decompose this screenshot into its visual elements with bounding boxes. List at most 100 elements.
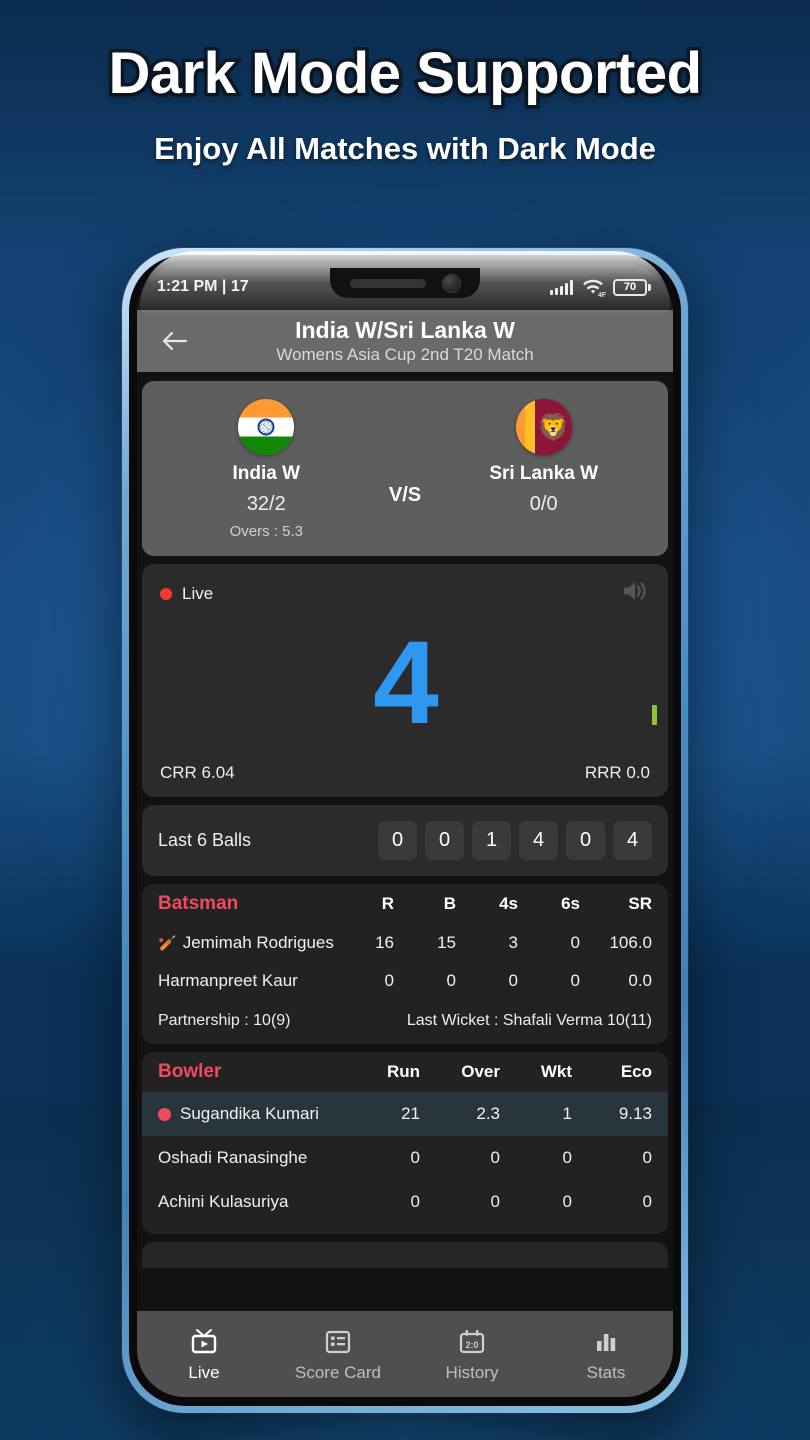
bottom-navigation: Live Score Card 2:0 History Stats	[137, 1311, 673, 1397]
batsman-sixes: 0	[570, 933, 580, 952]
list-scorecard-icon	[271, 1325, 405, 1359]
batsman-table: Batsman R B 4s 6s SR 🏏 Jemimah Rodrigues…	[142, 884, 668, 1000]
ball-value: 0	[378, 821, 417, 860]
nav-item-live[interactable]: Live	[137, 1325, 271, 1383]
big-ball-score-wrap: 4	[160, 609, 657, 757]
live-card-header: Live	[160, 578, 650, 609]
table-row: Sugandika Kumari 21 2.3 1 9.13	[142, 1092, 668, 1136]
active-bowler-dot-icon	[158, 1108, 171, 1122]
bowler-over: 0	[490, 1148, 500, 1167]
bowler-run: 21	[401, 1104, 420, 1123]
batsman-fours: 3	[508, 933, 518, 952]
batsman-balls: 15	[437, 933, 456, 952]
bowler-over: 0	[490, 1192, 500, 1211]
bowler-eco: 0	[642, 1148, 652, 1167]
batsman-runs: 0	[384, 971, 394, 990]
ball-value: 0	[566, 821, 605, 860]
batsman-table-footer: Partnership : 10(9) Last Wicket : Shafal…	[142, 1000, 668, 1034]
india-flag-icon	[238, 399, 295, 455]
battery-icon: 70	[613, 278, 651, 296]
bowler-name: Achini Kulasuriya	[158, 1192, 289, 1211]
bowler-eco: 9.13	[618, 1104, 652, 1123]
last-six-balls-label: Last 6 Balls	[158, 830, 252, 850]
phone-body: 1:21 PM | 17 4F 70 India W/Sri Lanka W W…	[129, 255, 681, 1406]
table-row: Achini Kulasuriya 0 0 0 0	[142, 1180, 668, 1224]
promo-text-block: Dark Mode Supported Enjoy All Matches wi…	[0, 40, 810, 167]
nav-label-history: History	[445, 1363, 499, 1382]
promo-headline: Dark Mode Supported	[105, 40, 706, 108]
nav-item-score-card[interactable]: Score Card	[271, 1325, 405, 1383]
batsman-table-header-row: Batsman R B 4s 6s SR	[142, 884, 668, 924]
bowler-eco: 0	[642, 1192, 652, 1211]
batsman-sixes: 0	[570, 971, 580, 990]
away-team-score: 0/0	[529, 493, 558, 515]
bowler-table-header-row: Bowler Run Over Wkt Eco	[142, 1052, 668, 1092]
home-team-score: 32/2	[246, 493, 286, 515]
batsman-header-fours: 4s	[499, 894, 518, 913]
bowler-table-card: Bowler Run Over Wkt Eco Sugandika Kumari	[142, 1052, 668, 1234]
home-team-name: India W	[232, 463, 301, 484]
nav-label-score-card: Score Card	[295, 1363, 381, 1382]
table-row: Harmanpreet Kaur 0 0 0 0 0.0	[142, 962, 668, 1000]
score-accent-mark-icon	[652, 705, 657, 725]
bowler-header-eco: Eco	[620, 1062, 652, 1081]
bowler-name: Sugandika Kumari	[180, 1104, 319, 1123]
bowler-header-wkt: Wkt	[540, 1062, 572, 1081]
nav-item-history[interactable]: 2:0 History	[405, 1325, 539, 1383]
batsman-name: Harmanpreet Kaur	[158, 971, 298, 990]
last-six-balls-list: 0 0 1 4 0 4	[378, 821, 652, 860]
last-wicket-text: Last Wicket : Shafali Verma 10(11)	[406, 1012, 652, 1029]
batsman-header-strikerate: SR	[628, 894, 652, 913]
home-team-overs: Overs : 5.3	[229, 523, 303, 540]
bowler-header-over: Over	[461, 1062, 500, 1081]
calendar-history-icon: 2:0	[405, 1325, 539, 1359]
partnership-text: Partnership : 10(9)	[158, 1012, 291, 1029]
batsman-strikerate: 106.0	[609, 933, 652, 952]
bowler-over: 2.3	[476, 1104, 500, 1123]
back-button[interactable]	[153, 319, 197, 363]
batsman-header-label: Batsman	[158, 893, 239, 914]
bowler-wkt: 0	[562, 1192, 572, 1211]
live-status-dot-icon	[160, 587, 172, 600]
bar-chart-stats-icon	[539, 1325, 673, 1359]
page-subtitle: Womens Asia Cup 2nd T20 Match	[276, 345, 534, 365]
app-header-titles: India W/Sri Lanka W Womens Asia Cup 2nd …	[197, 317, 657, 366]
nav-label-live: Live	[188, 1363, 220, 1382]
cricket-bat-icon: 🏏	[158, 935, 177, 952]
batsman-balls: 0	[446, 971, 456, 990]
bowler-header-run: Run	[386, 1062, 420, 1081]
next-card-partial	[142, 1242, 668, 1268]
batsman-fours: 0	[508, 971, 518, 990]
ball-value: 4	[519, 821, 558, 860]
speaker-button[interactable]	[620, 578, 650, 609]
phone-notch	[330, 268, 480, 298]
wifi-band-label: 4F	[597, 291, 606, 299]
sri-lanka-flag-icon: 🦁	[515, 399, 572, 455]
bowler-wkt: 0	[562, 1148, 572, 1167]
page-title: India W/Sri Lanka W	[295, 316, 515, 343]
phone-mockup: 1:21 PM | 17 4F 70 India W/Sri Lanka W W…	[122, 248, 688, 1413]
back-arrow-icon	[162, 331, 188, 351]
home-team-block: India W 32/2 Overs : 5.3	[176, 399, 356, 540]
bowler-wkt: 1	[562, 1104, 572, 1123]
batsman-table-card: Batsman R B 4s 6s SR 🏏 Jemimah Rodrigues…	[142, 884, 668, 1044]
batsman-strikerate: 0.0	[628, 971, 652, 990]
svg-text:2:0: 2:0	[465, 1340, 478, 1350]
batsman-header-runs: R	[381, 894, 394, 913]
away-team-name: Sri Lanka W	[489, 463, 599, 484]
away-team-block: 🦁 Sri Lanka W 0/0	[454, 399, 634, 516]
main-content: India W 32/2 Overs : 5.3 V/S 🦁 Sri Lanka…	[137, 372, 673, 1311]
status-time: 1:21 PM | 17	[157, 278, 249, 295]
nav-item-stats[interactable]: Stats	[539, 1325, 673, 1383]
speaker-icon	[624, 582, 646, 600]
table-row: 🏏 Jemimah Rodrigues 16 15 3 0 106.0	[142, 924, 668, 962]
vs-label: V/S	[388, 484, 422, 506]
live-ball-card: Live 4 CRR 6.04 RRR 0.0	[142, 564, 668, 797]
batsman-header-sixes: 6s	[561, 894, 580, 913]
batsman-header-balls: B	[443, 894, 456, 913]
batsman-runs: 16	[375, 933, 394, 952]
nav-label-stats: Stats	[586, 1363, 626, 1382]
bowler-table: Bowler Run Over Wkt Eco Sugandika Kumari	[142, 1052, 668, 1224]
run-rate-row: CRR 6.04 RRR 0.0	[160, 763, 650, 783]
bowler-name: Oshadi Ranasinghe	[158, 1148, 308, 1167]
